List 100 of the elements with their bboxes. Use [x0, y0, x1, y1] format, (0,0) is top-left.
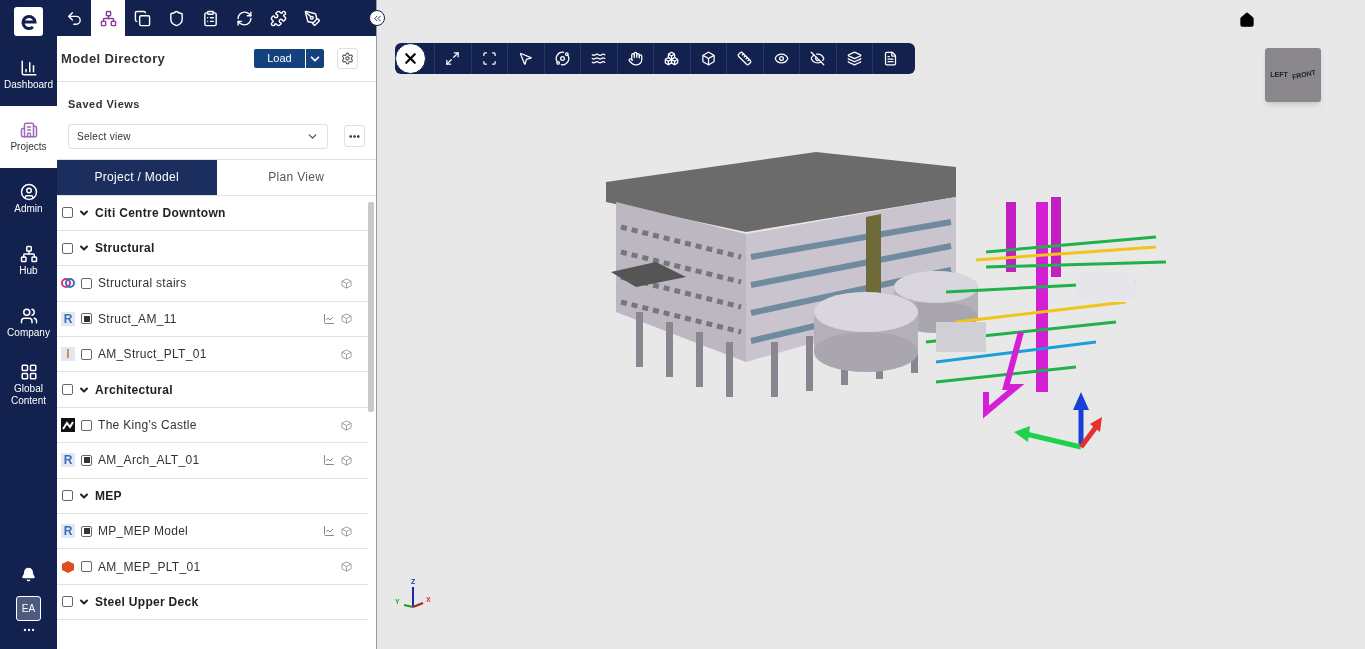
- file-type-badge: R: [61, 311, 75, 326]
- cube-badge-icon: [61, 559, 75, 574]
- saved-views-label: Saved Views: [68, 97, 141, 112]
- checkbox[interactable]: [62, 490, 73, 502]
- model-cube-icon[interactable]: [341, 277, 352, 289]
- user-avatar[interactable]: EA: [16, 596, 41, 621]
- model-label: AM_Arch_ALT_01: [98, 452, 201, 470]
- bar-chart-icon: [19, 59, 38, 77]
- model-cube-icon[interactable]: [341, 313, 352, 325]
- logo[interactable]: [14, 7, 43, 36]
- checkbox[interactable]: [81, 454, 92, 466]
- thumbnail-icon: [61, 418, 75, 433]
- tree-group-row[interactable]: Structural: [57, 230, 368, 267]
- building-icon: [19, 121, 38, 139]
- model-row[interactable]: R MP_MEP Model: [57, 514, 368, 550]
- pen-icon: [303, 9, 321, 27]
- checkbox[interactable]: [81, 313, 92, 325]
- scrollbar[interactable]: [368, 201, 374, 412]
- layers-icon: [846, 51, 862, 66]
- tree-group-row[interactable]: MEP: [57, 478, 368, 514]
- checkbox[interactable]: [81, 277, 92, 289]
- checkbox[interactable]: [81, 348, 92, 360]
- checkbox[interactable]: [62, 384, 73, 396]
- model-cube-icon[interactable]: [341, 525, 352, 537]
- chart-icon[interactable]: [323, 454, 335, 467]
- model-row[interactable]: Structural stairs: [57, 266, 368, 302]
- pointer-icon: [518, 51, 534, 66]
- hand-icon: [627, 51, 643, 66]
- view-select[interactable]: Select view: [68, 123, 328, 149]
- network-icon: [19, 245, 38, 263]
- close-button[interactable]: [395, 43, 426, 74]
- wave-icon: [591, 51, 607, 66]
- eye-icon: [773, 51, 789, 66]
- users-icon: [19, 307, 38, 325]
- model-row[interactable]: I AM_Struct_PLT_01: [57, 337, 368, 373]
- tree-group-row[interactable]: Architectural: [57, 372, 368, 408]
- boxes-icon: [664, 51, 680, 66]
- nav-item[interactable]: Global Content: [0, 354, 57, 416]
- model-label: AM_Struct_PLT_01: [98, 346, 208, 364]
- model-label: The King's Castle: [98, 417, 198, 435]
- model-row[interactable]: AM_MEP_PLT_01: [57, 549, 368, 585]
- tree-group-row[interactable]: Citi Centre Downtown: [57, 195, 368, 231]
- puzzle-icon: [269, 9, 287, 27]
- model-cube-icon[interactable]: [341, 454, 352, 466]
- view-tab[interactable]: Project / Model: [57, 159, 217, 195]
- checkbox[interactable]: [81, 561, 92, 573]
- model-label: Struct_AM_11: [98, 310, 178, 328]
- file-type-badge: R: [61, 453, 75, 468]
- group-label: Steel Upper Deck: [95, 594, 199, 611]
- file-type-badge: R: [61, 524, 75, 539]
- settings-button[interactable]: [337, 48, 358, 69]
- document-icon: [883, 51, 899, 66]
- tree-group-row[interactable]: Steel Upper Deck: [57, 584, 368, 621]
- checkbox[interactable]: [62, 242, 73, 254]
- nav-item[interactable]: Hub: [0, 230, 57, 292]
- grid-icon: [19, 363, 38, 381]
- nav-item[interactable]: Company: [0, 292, 57, 354]
- nav-item[interactable]: Projects: [0, 106, 57, 168]
- sync-icon: [235, 9, 253, 27]
- model-label: AM_MEP_PLT_01: [98, 558, 202, 576]
- model-label: Structural stairs: [98, 275, 188, 293]
- model-row[interactable]: R AM_Arch_ALT_01: [57, 443, 368, 479]
- group-label: Architectural: [95, 381, 173, 399]
- panel-title: Model Directory: [61, 49, 167, 68]
- nav-item[interactable]: Dashboard: [0, 44, 57, 106]
- bell-icon[interactable]: [21, 567, 36, 582]
- group-label: Structural: [95, 240, 155, 258]
- file-type-badge: I: [61, 347, 75, 362]
- user-circle-icon: [19, 183, 38, 201]
- home-icon[interactable]: [1239, 12, 1255, 28]
- expand-icon: [445, 51, 461, 66]
- model-row[interactable]: R Struct_AM_11: [57, 301, 368, 338]
- checkbox[interactable]: [62, 596, 73, 608]
- model-label: MP_MEP Model: [98, 523, 190, 541]
- cube-icon: [700, 51, 716, 66]
- undo-icon: [65, 9, 83, 27]
- settings-icon: [341, 52, 354, 65]
- clipboard-icon: [201, 9, 219, 27]
- copy-icon: [133, 9, 151, 27]
- fit-frame-icon: [481, 51, 497, 66]
- group-label: Citi Centre Downtown: [95, 204, 226, 222]
- model-cube-icon[interactable]: [341, 348, 352, 360]
- model-cube-icon[interactable]: [341, 561, 352, 573]
- chart-icon[interactable]: [323, 525, 335, 538]
- load-button[interactable]: Load: [254, 49, 306, 68]
- checkbox[interactable]: [81, 525, 92, 537]
- group-label: MEP: [95, 487, 122, 505]
- load-split-button[interactable]: Load: [254, 49, 324, 68]
- chart-icon[interactable]: [323, 312, 335, 325]
- close-icon: [402, 50, 419, 67]
- orbit-icon: [554, 51, 570, 66]
- checkbox[interactable]: [62, 207, 73, 219]
- model-cube-icon[interactable]: [341, 419, 352, 431]
- panel-tab[interactable]: [91, 0, 125, 36]
- more-options-button[interactable]: [344, 125, 365, 147]
- nav-item[interactable]: Admin: [0, 168, 57, 230]
- checkbox[interactable]: [81, 419, 92, 431]
- ruler-icon: [737, 51, 753, 66]
- model-row[interactable]: The King's Castle: [57, 407, 368, 444]
- shield-icon: [167, 9, 185, 27]
